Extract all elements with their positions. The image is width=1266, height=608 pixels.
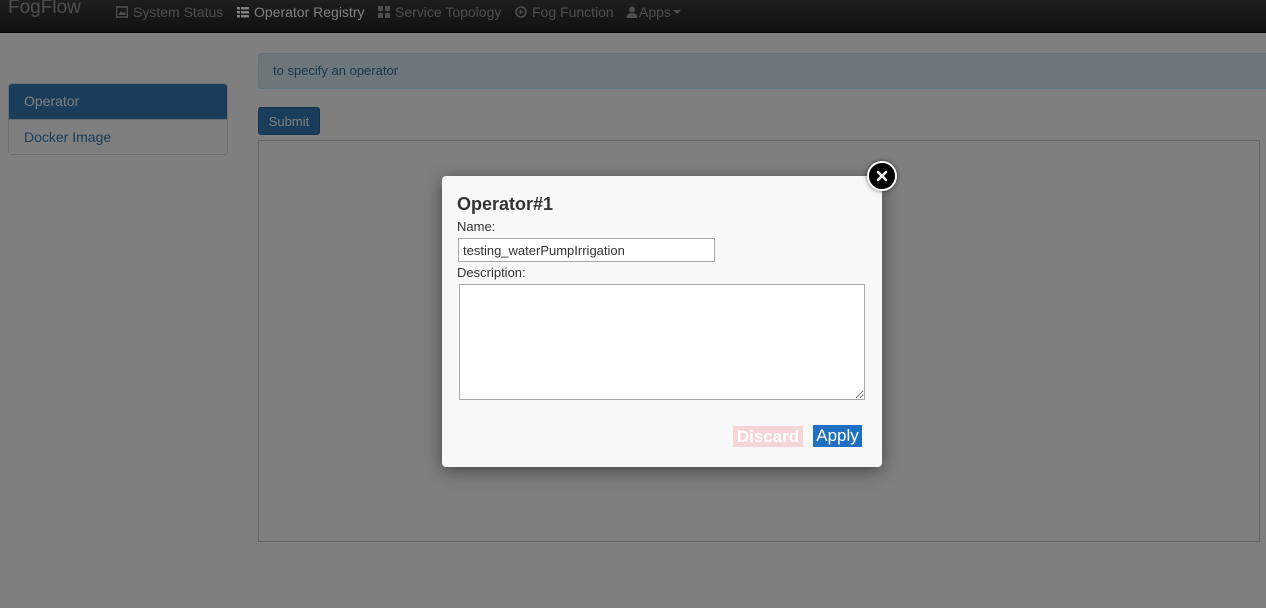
description-label: Description:	[457, 265, 526, 280]
name-input[interactable]	[458, 238, 715, 262]
dialog-title: Operator#1	[457, 194, 554, 214]
close-icon	[876, 170, 888, 182]
discard-button[interactable]: Discard	[733, 426, 803, 447]
name-label: Name:	[457, 219, 496, 234]
apply-button[interactable]: Apply	[813, 425, 862, 447]
operator-dialog: Operator#1 Name: Description: Discard Ap…	[442, 176, 882, 467]
close-dialog-button[interactable]	[867, 161, 897, 191]
description-textarea[interactable]	[459, 284, 865, 400]
